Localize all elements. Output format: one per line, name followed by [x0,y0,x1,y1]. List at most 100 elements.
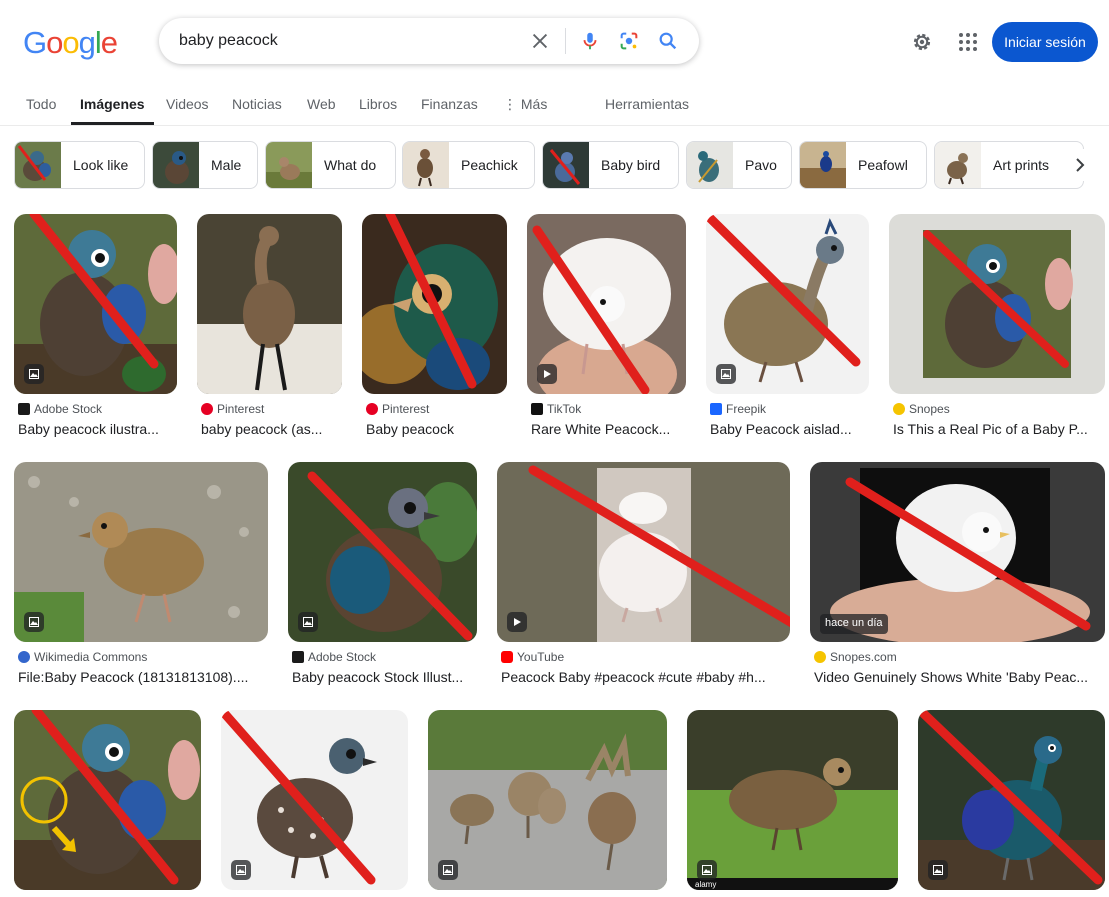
result-title[interactable]: Baby peacock ilustra... [18,421,177,437]
sign-in-button[interactable]: Iniciar sesión [992,22,1098,62]
chip-what-do[interactable]: What do [265,141,396,189]
snopes-favicon [814,651,826,663]
image-badge [24,364,44,384]
snopes-favicon [893,403,905,415]
chip-baby-bird[interactable]: Baby bird [542,141,679,189]
chip-label: Peafowl [858,157,908,173]
result-source[interactable]: Snopes [893,402,950,416]
result-title[interactable]: Is This a Real Pic of a Baby P... [893,421,1105,437]
result-image[interactable]: alamy [687,710,898,890]
chip-pavo[interactable]: Pavo [686,141,792,189]
microphone-icon[interactable] [579,30,601,52]
result-image[interactable]: hace un día [810,462,1105,642]
tab-images[interactable]: Imágenes [80,96,145,112]
result-source[interactable]: Pinterest [366,402,429,416]
tab-more-label: Más [520,96,548,112]
result-source[interactable]: YouTube [501,650,564,664]
chips-next-button[interactable] [1062,149,1098,181]
image-icon [933,865,943,875]
chip-male[interactable]: Male [152,141,258,189]
result-image[interactable] [527,214,686,394]
result-image[interactable] [918,710,1105,890]
result-title[interactable]: File:Baby Peacock (18131813108).... [18,669,268,685]
image-icon [29,369,39,379]
search-divider [565,28,566,54]
adobe-stock-favicon [292,651,304,663]
tab-news[interactable]: Noticias [232,96,282,112]
result-image[interactable] [197,214,342,394]
chip-thumbnail [800,142,846,188]
freepik-favicon [710,403,722,415]
chip-label: Art prints [993,157,1050,173]
chip-peafowl[interactable]: Peafowl [799,141,927,189]
result-source[interactable]: Snopes.com [814,650,897,664]
chip-look-like[interactable]: Look like [14,141,145,189]
result-source[interactable]: Adobe Stock [18,402,102,416]
image-icon [236,865,246,875]
result-title[interactable]: Video Genuinely Shows White 'Baby Peac..… [814,669,1105,685]
result-title[interactable]: Baby peacock Stock Illust... [292,669,477,685]
result-image[interactable] [497,462,790,642]
settings-icon[interactable] [910,30,934,54]
play-icon [544,370,551,378]
image-icon [721,369,731,379]
chip-thumbnail [543,142,589,188]
result-source-label: Adobe Stock [34,402,103,416]
result-source-label: TikTok [547,402,582,416]
result-image[interactable] [428,710,667,890]
result-source-label: YouTube [517,650,565,664]
search-icon[interactable] [657,30,679,52]
result-source-label: Snopes.com [830,650,897,664]
active-tab-indicator [71,122,154,125]
result-title[interactable]: Baby Peacock aislad... [710,421,869,437]
result-source[interactable]: Pinterest [201,402,264,416]
google-logo[interactable]: Google [23,25,118,61]
logo-letter: o [46,25,63,60]
result-image[interactable] [221,710,408,890]
search-box[interactable] [159,18,699,64]
result-title[interactable]: Baby peacock [366,421,507,437]
chip-label: Pavo [745,157,777,173]
tab-tools[interactable]: Herramientas [605,96,689,112]
tab-all[interactable]: Todo [26,96,56,112]
tab-videos[interactable]: Videos [166,96,209,112]
tiktok-favicon [531,403,543,415]
chip-peachick[interactable]: Peachick [402,141,535,189]
result-title[interactable]: Peacock Baby #peacock #cute #baby #h... [501,669,790,685]
result-title[interactable]: Rare White Peacock... [531,421,686,437]
chip-label: Peachick [461,157,518,173]
search-input[interactable] [179,32,519,50]
pinterest-favicon [366,403,378,415]
tab-finance[interactable]: Finanzas [421,96,478,112]
result-source[interactable]: Adobe Stock [292,650,376,664]
tab-more[interactable]: ⋮ Más [503,96,547,113]
video-badge [537,364,557,384]
result-image[interactable] [14,214,177,394]
result-source[interactable]: Freepik [710,402,766,416]
result-title[interactable]: baby peacock (as... [201,421,342,437]
apps-grid-icon[interactable] [956,30,980,54]
result-image[interactable] [362,214,507,394]
image-icon [702,865,712,875]
image-badge [697,860,717,880]
image-badge [928,860,948,880]
lens-icon[interactable] [618,30,640,52]
result-source[interactable]: TikTok [531,402,581,416]
tab-web[interactable]: Web [307,96,336,112]
result-source[interactable]: Wikimedia Commons [18,650,147,664]
video-badge [507,612,527,632]
logo-letter: e [100,25,118,60]
search-tabs: Todo Imágenes Videos Noticias Web Libros… [0,84,1109,126]
result-image[interactable] [288,462,477,642]
result-image[interactable] [706,214,869,394]
chevron-right-icon [1076,158,1085,172]
wikimedia-favicon [18,651,30,663]
chip-thumbnail [687,142,733,188]
result-image[interactable] [889,214,1105,394]
clear-icon[interactable] [529,30,551,52]
result-image[interactable] [14,710,201,890]
image-badge [231,860,251,880]
chip-label: Look like [73,157,129,173]
result-image[interactable] [14,462,268,642]
tab-books[interactable]: Libros [359,96,397,112]
